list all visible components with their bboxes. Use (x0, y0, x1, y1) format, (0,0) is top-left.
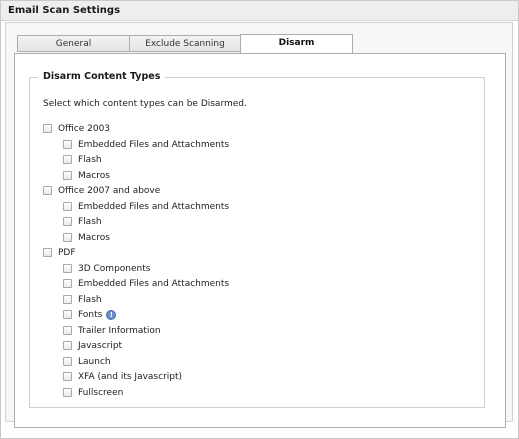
option-row-pdf-fonts: Fonts! (63, 308, 117, 321)
pdf-launch-label: Launch (78, 356, 111, 367)
pdf-3d-components-label: 3D Components (78, 263, 151, 274)
option-row-pdf-trailer-information: Trailer Information (63, 324, 161, 337)
pdf-label: PDF (58, 247, 76, 258)
office-2007-and-above-flash-checkbox[interactable] (63, 217, 72, 226)
pdf-flash-checkbox[interactable] (63, 295, 72, 304)
email-scan-settings-window: Email Scan Settings General Exclude Scan… (0, 0, 519, 439)
pdf-fullscreen-checkbox[interactable] (63, 388, 72, 397)
pdf-fonts-label: Fonts (78, 309, 103, 320)
pdf-flash-label: Flash (78, 294, 102, 305)
pdf-trailer-information-label: Trailer Information (78, 325, 161, 336)
option-row-office-2007-and-above-flash: Flash (63, 215, 102, 228)
option-row-office-2007-and-above-macros: Macros (63, 231, 110, 244)
option-row-pdf-fullscreen: Fullscreen (63, 386, 123, 399)
option-row-pdf-launch: Launch (63, 355, 111, 368)
office-2007-and-above-macros-checkbox[interactable] (63, 233, 72, 242)
option-row-office-2003-macros: Macros (63, 169, 110, 182)
option-row-office-2003-flash: Flash (63, 153, 102, 166)
office-2003-flash-label: Flash (78, 154, 102, 165)
option-row-pdf-3d-components: 3D Components (63, 262, 150, 275)
office-2003-embedded-files-and-attachments-label: Embedded Files and Attachments (78, 139, 230, 150)
pdf-xfa-and-its-javascript-label: XFA (and its Javascript) (78, 371, 183, 382)
description-text: Select which content types can be Disarm… (43, 99, 247, 109)
pdf-xfa-and-its-javascript-checkbox[interactable] (63, 372, 72, 381)
office-2007-and-above-macros-label: Macros (78, 232, 110, 243)
office-2007-and-above-embedded-files-and-attachments-label: Embedded Files and Attachments (78, 201, 230, 212)
option-row-pdf-xfa-and-its-javascript: XFA (and its Javascript) (63, 370, 182, 383)
pdf-trailer-information-checkbox[interactable] (63, 326, 72, 335)
office-2007-and-above-embedded-files-and-attachments-checkbox[interactable] (63, 202, 72, 211)
office-2007-and-above-flash-label: Flash (78, 216, 102, 227)
group-row-office-2007-and-above: Office 2007 and above (43, 184, 160, 197)
option-row-office-2007-and-above-embedded-files-and-attachments: Embedded Files and Attachments (63, 200, 229, 213)
pdf-checkbox[interactable] (43, 248, 52, 257)
tab-general[interactable]: General (17, 35, 130, 52)
option-row-pdf-javascript: Javascript (63, 339, 122, 352)
group-row-pdf: PDF (43, 246, 76, 259)
pdf-embedded-files-and-attachments-checkbox[interactable] (63, 279, 72, 288)
pdf-javascript-label: Javascript (78, 340, 123, 351)
office-2003-macros-label: Macros (78, 170, 110, 181)
office-2007-and-above-checkbox[interactable] (43, 186, 52, 195)
pdf-launch-checkbox[interactable] (63, 357, 72, 366)
window-title: Email Scan Settings (8, 5, 121, 16)
group-row-office-2003: Office 2003 (43, 122, 110, 135)
pdf-3d-components-checkbox[interactable] (63, 264, 72, 273)
office-2007-and-above-label: Office 2007 and above (58, 185, 161, 196)
pdf-fonts-checkbox[interactable] (63, 310, 72, 319)
option-row-pdf-embedded-files-and-attachments: Embedded Files and Attachments (63, 277, 229, 290)
office-2003-macros-checkbox[interactable] (63, 171, 72, 180)
pdf-embedded-files-and-attachments-label: Embedded Files and Attachments (78, 278, 230, 289)
tab-general-label: General (55, 39, 92, 49)
office-2003-label: Office 2003 (58, 123, 111, 134)
office-2003-flash-checkbox[interactable] (63, 155, 72, 164)
title-bar: Email Scan Settings (1, 1, 518, 21)
disarm-content-types-group: Disarm Content Types Select which conten… (29, 71, 485, 408)
disarm-tab-content: Disarm Content Types Select which conten… (14, 53, 506, 428)
tab-exclude-scanning[interactable]: Exclude Scanning (129, 35, 241, 52)
option-row-office-2003-embedded-files-and-attachments: Embedded Files and Attachments (63, 138, 229, 151)
info-icon[interactable]: ! (106, 309, 117, 320)
tab-disarm-label: Disarm (278, 38, 315, 48)
pdf-javascript-checkbox[interactable] (63, 341, 72, 350)
pdf-fullscreen-label: Fullscreen (78, 387, 124, 398)
office-2003-checkbox[interactable] (43, 124, 52, 133)
group-legend: Disarm Content Types (38, 71, 166, 82)
tab-disarm[interactable]: Disarm (240, 34, 353, 53)
tab-exclude-scanning-label: Exclude Scanning (145, 39, 225, 49)
option-row-pdf-flash: Flash (63, 293, 102, 306)
office-2003-embedded-files-and-attachments-checkbox[interactable] (63, 140, 72, 149)
